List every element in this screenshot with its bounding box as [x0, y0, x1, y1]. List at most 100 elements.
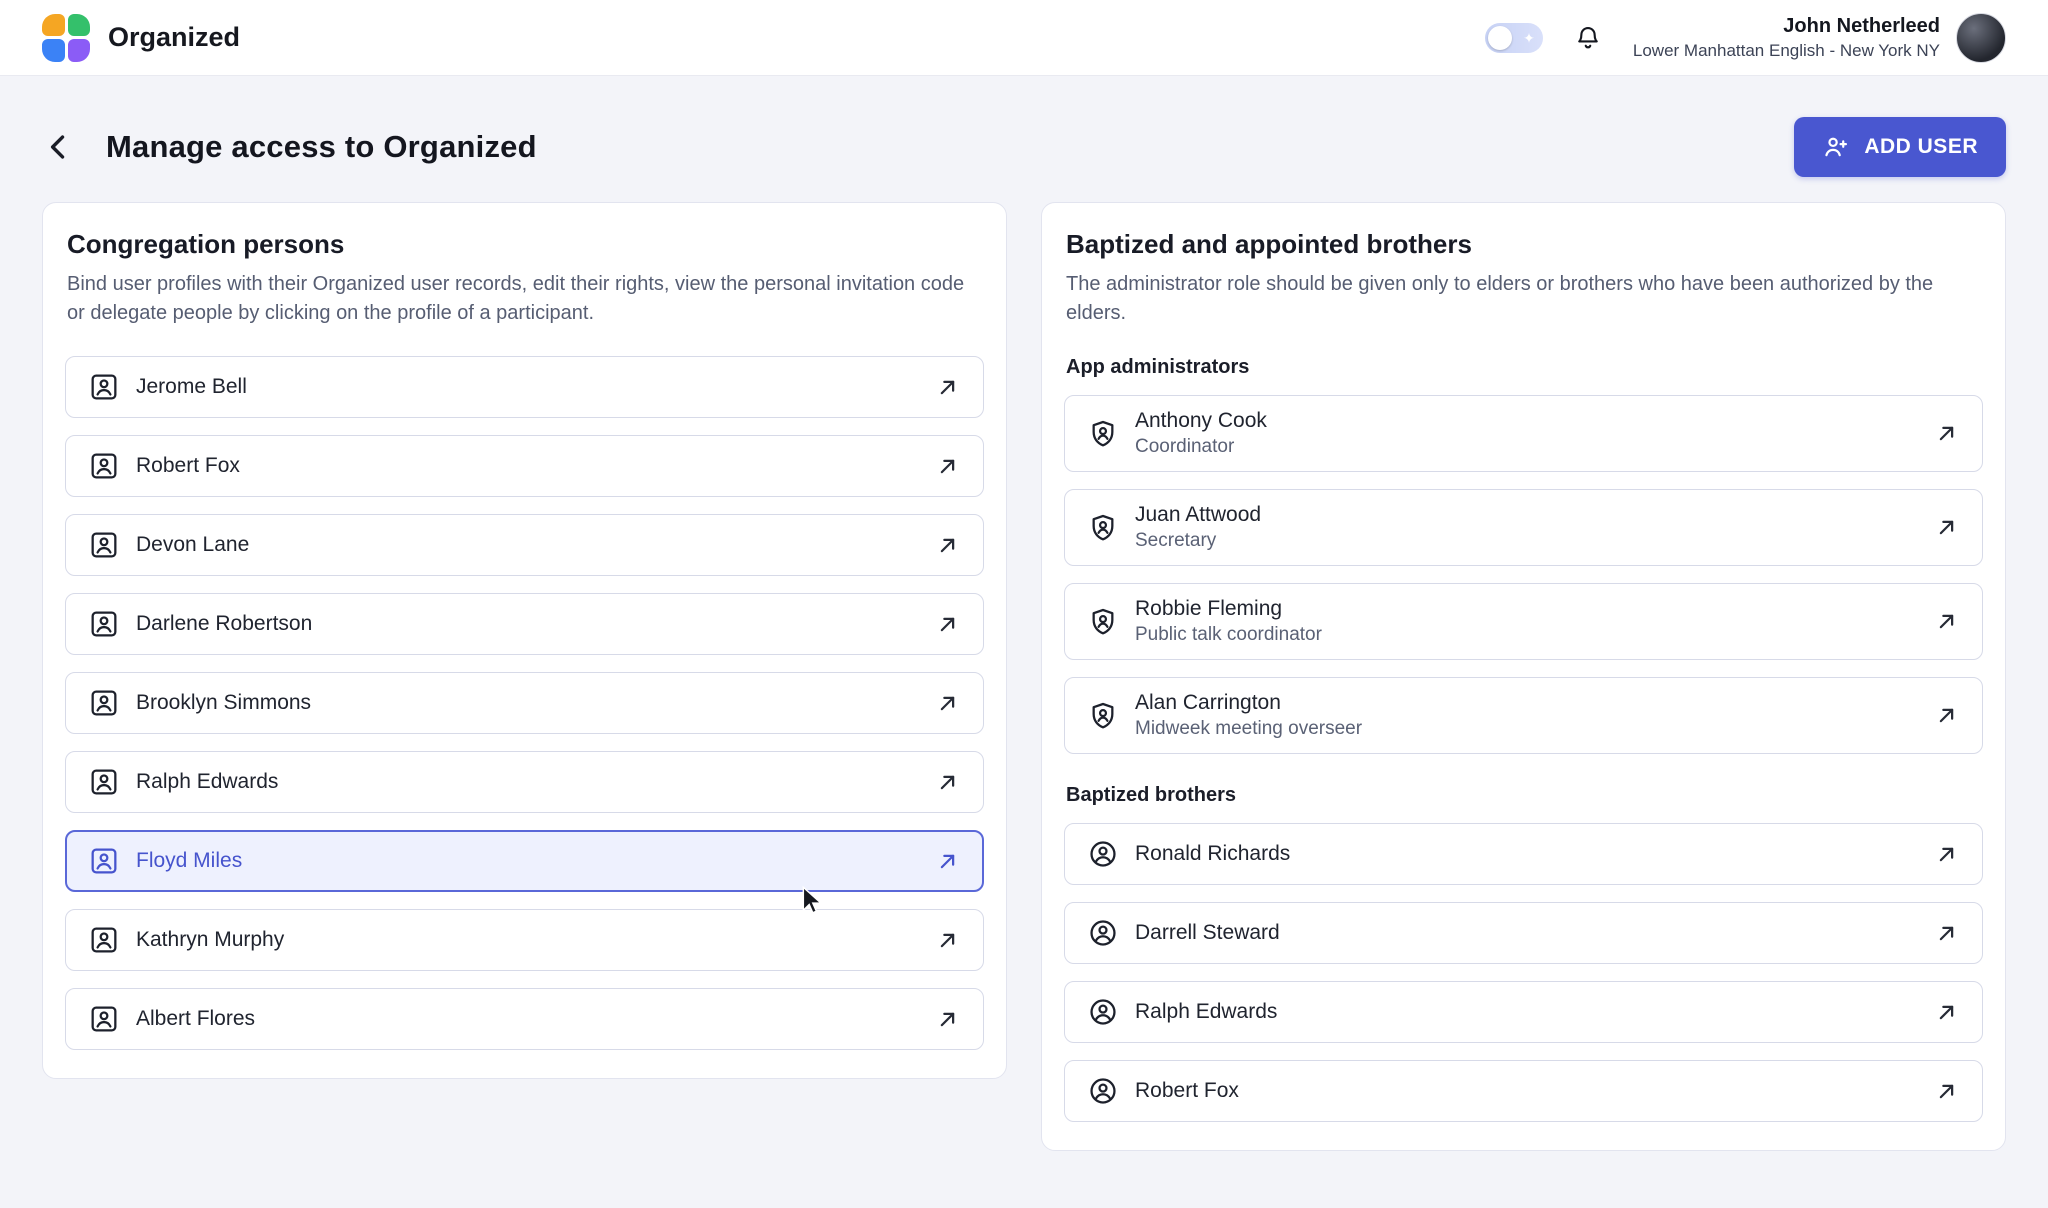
page-header: Manage access to Organized ADD USER	[42, 116, 2006, 178]
app-logo-icon	[42, 14, 90, 62]
shield-person-icon	[1087, 512, 1119, 544]
person-name: Albert Flores	[136, 1007, 255, 1031]
person-name: Brooklyn Simmons	[136, 691, 311, 715]
brother-name: Ralph Edwards	[1135, 1000, 1277, 1024]
section-label-app-administrators: App administrators	[1066, 356, 1983, 379]
circle-person-icon	[1087, 996, 1119, 1028]
person-row-selected[interactable]: Floyd Miles	[65, 830, 984, 892]
person-name: Devon Lane	[136, 533, 249, 557]
open-profile-arrow-icon[interactable]	[934, 848, 961, 875]
person-name: Darlene Robertson	[136, 612, 312, 636]
admin-row[interactable]: Anthony Cook Coordinator	[1064, 395, 1983, 472]
open-profile-arrow-icon[interactable]	[1933, 420, 1960, 447]
panel-title: Baptized and appointed brothers	[1066, 229, 1983, 260]
add-user-icon	[1822, 133, 1850, 161]
user-congregation: Lower Manhattan English - New York NY	[1633, 41, 1940, 61]
person-card-icon	[88, 687, 120, 719]
person-card-icon	[88, 845, 120, 877]
admin-name: Alan Carrington	[1135, 691, 1362, 715]
open-profile-arrow-icon[interactable]	[934, 769, 961, 796]
open-profile-arrow-icon[interactable]	[934, 690, 961, 717]
person-row[interactable]: Ralph Edwards	[65, 751, 984, 813]
theme-toggle[interactable]: ✦	[1485, 23, 1543, 53]
open-profile-arrow-icon[interactable]	[934, 374, 961, 401]
open-profile-arrow-icon[interactable]	[1933, 999, 1960, 1026]
admin-name: Anthony Cook	[1135, 409, 1267, 433]
person-card-icon	[88, 529, 120, 561]
person-name: Robert Fox	[136, 454, 240, 478]
shield-person-icon	[1087, 700, 1119, 732]
person-row[interactable]: Robert Fox	[65, 435, 984, 497]
open-profile-arrow-icon[interactable]	[1933, 841, 1960, 868]
person-card-icon	[88, 608, 120, 640]
person-row[interactable]: Albert Flores	[65, 988, 984, 1050]
brother-name: Robert Fox	[1135, 1079, 1239, 1103]
back-button[interactable]	[42, 130, 76, 164]
open-profile-arrow-icon[interactable]	[1933, 608, 1960, 635]
open-profile-arrow-icon[interactable]	[934, 1006, 961, 1033]
panel-description: The administrator role should be given o…	[1066, 270, 1983, 328]
notifications-bell-icon[interactable]	[1573, 23, 1603, 53]
person-row[interactable]: Jerome Bell	[65, 356, 984, 418]
person-name: Kathryn Murphy	[136, 928, 284, 952]
page-title: Manage access to Organized	[106, 129, 537, 165]
brother-row[interactable]: Ronald Richards	[1064, 823, 1983, 885]
open-profile-arrow-icon[interactable]	[1933, 1078, 1960, 1105]
open-profile-arrow-icon[interactable]	[1933, 514, 1960, 541]
admin-name: Juan Attwood	[1135, 503, 1261, 527]
circle-person-icon	[1087, 838, 1119, 870]
shield-person-icon	[1087, 606, 1119, 638]
person-row[interactable]: Darlene Robertson	[65, 593, 984, 655]
person-row[interactable]: Brooklyn Simmons	[65, 672, 984, 734]
person-card-icon	[88, 1003, 120, 1035]
person-card-icon	[88, 766, 120, 798]
admin-name: Robbie Fleming	[1135, 597, 1322, 621]
admin-role: Midweek meeting overseer	[1135, 718, 1362, 740]
open-profile-arrow-icon[interactable]	[1933, 702, 1960, 729]
congregation-persons-panel: Congregation persons Bind user profiles …	[42, 202, 1007, 1079]
section-label-baptized-brothers: Baptized brothers	[1066, 784, 1983, 807]
user-name: John Netherleed	[1783, 15, 1940, 38]
brother-row[interactable]: Robert Fox	[1064, 1060, 1983, 1122]
open-profile-arrow-icon[interactable]	[934, 611, 961, 638]
avatar[interactable]	[1956, 13, 2006, 63]
admin-row[interactable]: Robbie Fleming Public talk coordinator	[1064, 583, 1983, 660]
page: Manage access to Organized ADD USER Cong…	[0, 116, 2048, 1151]
circle-person-icon	[1087, 917, 1119, 949]
sparkle-icon: ✦	[1523, 28, 1535, 48]
open-profile-arrow-icon[interactable]	[934, 532, 961, 559]
open-profile-arrow-icon[interactable]	[934, 453, 961, 480]
admin-role: Coordinator	[1135, 436, 1267, 458]
app-name: Organized	[108, 22, 240, 53]
add-user-label: ADD USER	[1864, 135, 1978, 159]
admin-row[interactable]: Alan Carrington Midweek meeting overseer	[1064, 677, 1983, 754]
brother-name: Darrell Steward	[1135, 921, 1280, 945]
brand: Organized	[42, 14, 240, 62]
person-card-icon	[88, 371, 120, 403]
brother-row[interactable]: Ralph Edwards	[1064, 981, 1983, 1043]
baptized-appointed-panel: Baptized and appointed brothers The admi…	[1041, 202, 2006, 1151]
user-block[interactable]: John Netherleed Lower Manhattan English …	[1633, 13, 2006, 63]
circle-person-icon	[1087, 1075, 1119, 1107]
person-name: Floyd Miles	[136, 849, 242, 873]
person-card-icon	[88, 924, 120, 956]
top-right-controls: ✦ John Netherleed Lower Manhattan Englis…	[1485, 13, 2006, 63]
panels: Congregation persons Bind user profiles …	[42, 202, 2006, 1151]
person-name: Ralph Edwards	[136, 770, 278, 794]
brother-name: Ronald Richards	[1135, 842, 1290, 866]
toggle-knob	[1488, 26, 1512, 50]
user-texts: John Netherleed Lower Manhattan English …	[1633, 15, 1940, 61]
person-row[interactable]: Devon Lane	[65, 514, 984, 576]
shield-person-icon	[1087, 418, 1119, 450]
add-user-button[interactable]: ADD USER	[1794, 117, 2006, 177]
person-card-icon	[88, 450, 120, 482]
person-row[interactable]: Kathryn Murphy	[65, 909, 984, 971]
open-profile-arrow-icon[interactable]	[1933, 920, 1960, 947]
admin-role: Public talk coordinator	[1135, 624, 1322, 646]
person-name: Jerome Bell	[136, 375, 247, 399]
top-bar: Organized ✦ John Netherleed Lower Manhat…	[0, 0, 2048, 76]
open-profile-arrow-icon[interactable]	[934, 927, 961, 954]
admin-row[interactable]: Juan Attwood Secretary	[1064, 489, 1983, 566]
panel-title: Congregation persons	[67, 229, 984, 260]
brother-row[interactable]: Darrell Steward	[1064, 902, 1983, 964]
